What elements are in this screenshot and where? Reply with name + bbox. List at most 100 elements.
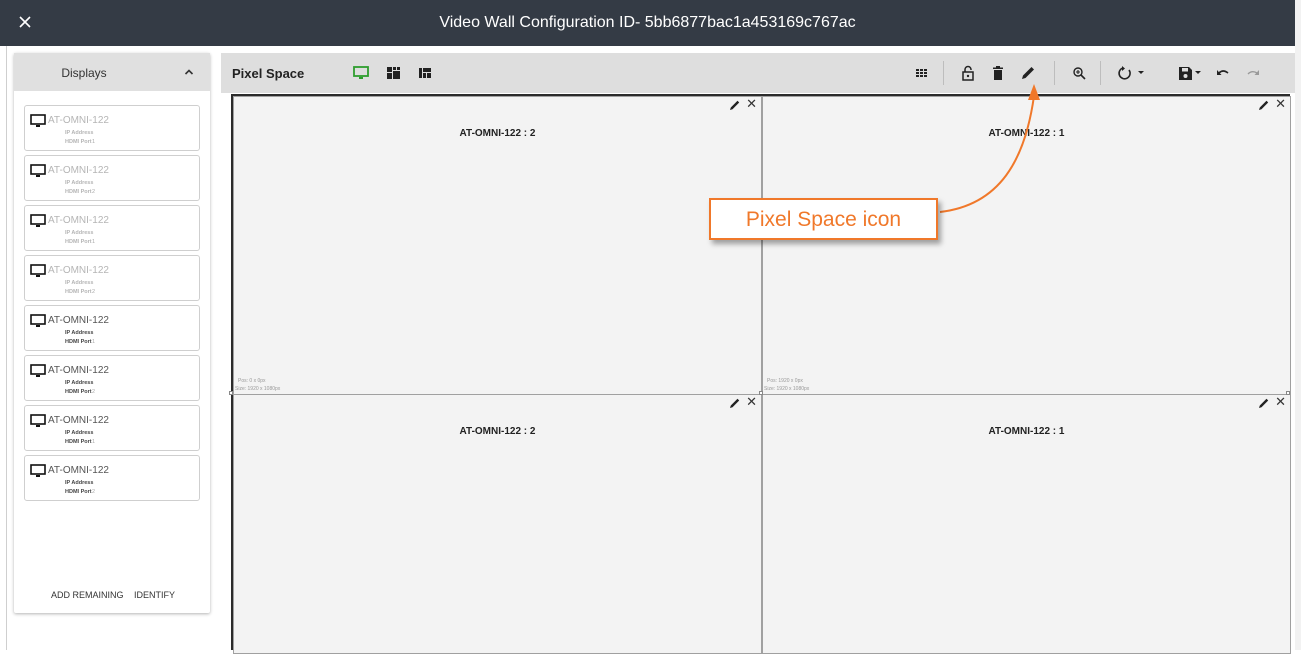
hdmi-port-value: 2	[92, 489, 96, 495]
lock-open-icon[interactable]	[959, 64, 977, 82]
display-name: AT-OMNI-122	[48, 315, 109, 326]
monitor-icon	[30, 164, 46, 177]
ip-address-label: IP Address	[65, 330, 94, 336]
pixel-space-canvas[interactable]: AT-OMNI-122 : 2 ✕ Pos: 0 x 0px Size: 192…	[229, 94, 1291, 654]
ip-address-label: IP Address	[65, 230, 94, 236]
hdmi-port-value: 1	[92, 239, 96, 245]
hdmi-port-label: HDMI Port	[65, 339, 92, 345]
display-cell[interactable]: AT-OMNI-122 : 1 ✕	[762, 394, 1291, 654]
pencil-icon[interactable]	[729, 99, 741, 111]
pencil-icon[interactable]	[1258, 99, 1270, 111]
resize-handle[interactable]	[229, 391, 233, 395]
display-item[interactable]: AT-OMNI-122 IP Address HDMI Port 1	[24, 305, 200, 351]
display-cell[interactable]: AT-OMNI-122 : 2 ✕ Pos: 0 x 0px Size: 192…	[233, 96, 762, 395]
display-name: AT-OMNI-122	[48, 165, 109, 176]
pencil-icon[interactable]	[1258, 397, 1270, 409]
close-icon[interactable]: ✕	[1275, 395, 1286, 409]
redo-icon[interactable]	[1244, 64, 1262, 82]
display-cell-label: AT-OMNI-122 : 1	[988, 426, 1065, 437]
displays-panel: Displays AT-OMNI-122 IP Address HDMI Por…	[14, 53, 210, 613]
add-remaining-button[interactable]: ADD REMAINING	[51, 590, 124, 600]
hdmi-port-value: 2	[92, 289, 96, 295]
page-title: Video Wall Configuration ID- 5bb6877bac1…	[439, 14, 856, 31]
display-name: AT-OMNI-122	[48, 465, 109, 476]
undo-icon[interactable]	[1214, 64, 1232, 82]
display-name: AT-OMNI-122	[48, 365, 109, 376]
window-edge	[1295, 0, 1301, 650]
displays-panel-title: Displays	[61, 66, 107, 80]
display-item[interactable]: AT-OMNI-122 IP Address HDMI Port 2	[24, 355, 200, 401]
monitor-icon	[30, 214, 46, 227]
position-readout: Pos: 1920 x 0px	[767, 378, 803, 384]
display-cell[interactable]: AT-OMNI-122 : 1 ✕ Pos: 1920 x 0px Size: …	[762, 96, 1291, 395]
resize-handle[interactable]	[1286, 391, 1290, 395]
display-name: AT-OMNI-122	[48, 215, 109, 226]
title-bar: Video Wall Configuration ID- 5bb6877bac1…	[0, 0, 1295, 46]
size-readout: Size: 1920 x 1080px	[235, 386, 281, 392]
pencil-icon[interactable]	[1019, 64, 1037, 82]
chevron-up-icon[interactable]	[182, 65, 196, 79]
ip-address-label: IP Address	[65, 180, 94, 186]
hdmi-port-label: HDMI Port	[65, 389, 92, 395]
position-readout: Pos: 0 x 0px	[238, 378, 266, 384]
display-item[interactable]: AT-OMNI-122 IP Address HDMI Port 1	[24, 105, 200, 151]
dashboard-icon[interactable]	[416, 64, 434, 82]
hdmi-port-value: 2	[92, 389, 96, 395]
divider	[6, 46, 7, 650]
toolbar-title: Pixel Space	[232, 66, 305, 81]
hdmi-port-value: 2	[92, 189, 96, 195]
display-cell-label: AT-OMNI-122 : 2	[459, 426, 536, 437]
monitor-icon	[30, 114, 46, 127]
display-item[interactable]: AT-OMNI-122 IP Address HDMI Port 1	[24, 405, 200, 451]
hdmi-port-value: 1	[92, 339, 96, 345]
display-cell[interactable]: AT-OMNI-122 : 2 ✕	[233, 394, 762, 654]
zoom-in-icon[interactable]	[1070, 64, 1088, 82]
ip-address-label: IP Address	[65, 430, 94, 436]
hdmi-port-label: HDMI Port	[65, 439, 92, 445]
pixel-space-toolbar: Pixel Space	[221, 53, 1295, 93]
size-readout: Size: 1920 x 1080px	[764, 386, 810, 392]
hdmi-port-label: HDMI Port	[65, 189, 92, 195]
display-item[interactable]: AT-OMNI-122 IP Address HDMI Port 2	[24, 455, 200, 501]
annotation-callout: Pixel Space icon	[709, 198, 938, 240]
monitor-icon	[30, 414, 46, 427]
grid-icon[interactable]	[913, 64, 931, 82]
ip-address-label: IP Address	[65, 130, 94, 136]
display-item[interactable]: AT-OMNI-122 IP Address HDMI Port 2	[24, 255, 200, 301]
identify-button[interactable]: IDENTIFY	[134, 590, 175, 600]
close-icon[interactable]: ✕	[746, 97, 757, 111]
monitor-icon	[30, 364, 46, 377]
close-icon[interactable]: ✕	[746, 395, 757, 409]
rotate-icon[interactable]	[1117, 64, 1147, 82]
save-icon[interactable]	[1176, 64, 1204, 82]
display-name: AT-OMNI-122	[48, 115, 109, 126]
ip-address-label: IP Address	[65, 480, 94, 486]
monitor-icon[interactable]	[352, 64, 370, 82]
monitor-icon	[30, 464, 46, 477]
hdmi-port-label: HDMI Port	[65, 489, 92, 495]
display-cell-label: AT-OMNI-122 : 2	[459, 128, 536, 139]
hdmi-port-label: HDMI Port	[65, 239, 92, 245]
display-name: AT-OMNI-122	[48, 265, 109, 276]
monitor-icon	[30, 314, 46, 327]
display-name: AT-OMNI-122	[48, 415, 109, 426]
trash-icon[interactable]	[989, 64, 1007, 82]
ip-address-label: IP Address	[65, 280, 94, 286]
toolbar-divider	[1100, 61, 1101, 85]
quilt-icon[interactable]	[384, 64, 402, 82]
hdmi-port-label: HDMI Port	[65, 289, 92, 295]
monitor-icon	[30, 264, 46, 277]
callout-text: Pixel Space icon	[745, 208, 902, 231]
display-item[interactable]: AT-OMNI-122 IP Address HDMI Port 2	[24, 155, 200, 201]
toolbar-divider	[1054, 61, 1055, 85]
hdmi-port-value: 1	[92, 439, 96, 445]
pencil-icon[interactable]	[729, 397, 741, 409]
ip-address-label: IP Address	[65, 380, 94, 386]
display-item[interactable]: AT-OMNI-122 IP Address HDMI Port 1	[24, 205, 200, 251]
close-icon[interactable]: ✕	[1275, 97, 1286, 111]
hdmi-port-value: 1	[92, 139, 96, 145]
displays-panel-header[interactable]: Displays	[14, 53, 210, 91]
hdmi-port-label: HDMI Port	[65, 139, 92, 145]
resize-handle[interactable]	[759, 391, 763, 395]
toolbar-divider	[943, 61, 944, 85]
